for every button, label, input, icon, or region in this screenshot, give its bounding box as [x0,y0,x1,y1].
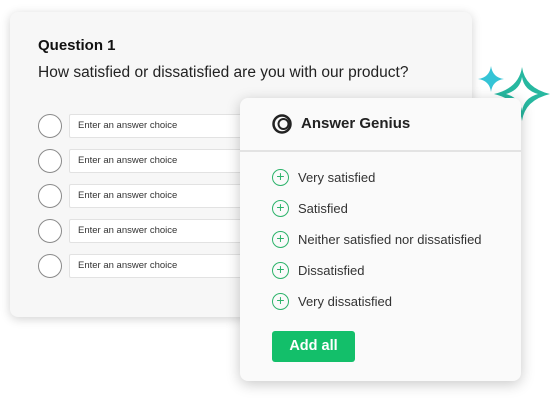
plus-circle-icon[interactable]: + [272,293,289,310]
answer-choice-input[interactable]: Enter an answer choice [69,184,269,208]
answer-choice-input[interactable]: Enter an answer choice [69,114,269,138]
suggestion-label: Very satisfied [298,170,376,185]
plus-circle-icon[interactable]: + [272,200,289,217]
plus-circle-icon[interactable]: + [272,169,289,186]
answer-genius-header: Answer Genius [240,98,521,152]
suggestion-label: Very dissatisfied [298,294,392,309]
answer-genius-panel: Answer Genius + Very satisfied + Satisfi… [240,98,521,381]
answer-choice-input[interactable]: Enter an answer choice [69,219,269,243]
radio-button[interactable] [38,149,62,173]
plus-circle-icon[interactable]: + [272,262,289,279]
question-title: Question 1 [38,37,116,54]
answer-genius-title: Answer Genius [301,115,411,132]
suggestion-label: Dissatisfied [298,263,365,278]
suggestion-label: Neither satisfied nor dissatisfied [298,232,482,247]
answer-genius-logo-icon [272,114,292,134]
radio-button[interactable] [38,114,62,138]
radio-button[interactable] [38,219,62,243]
answer-choice-input[interactable]: Enter an answer choice [69,254,269,278]
sparkle-icon [478,66,504,92]
answer-choice-input[interactable]: Enter an answer choice [69,149,269,173]
question-text[interactable]: How satisfied or dissatisfied are you wi… [38,64,408,82]
radio-button[interactable] [38,184,62,208]
plus-circle-icon[interactable]: + [272,231,289,248]
radio-button[interactable] [38,254,62,278]
add-all-button[interactable]: Add all [272,331,355,362]
suggestion-label: Satisfied [298,201,348,216]
